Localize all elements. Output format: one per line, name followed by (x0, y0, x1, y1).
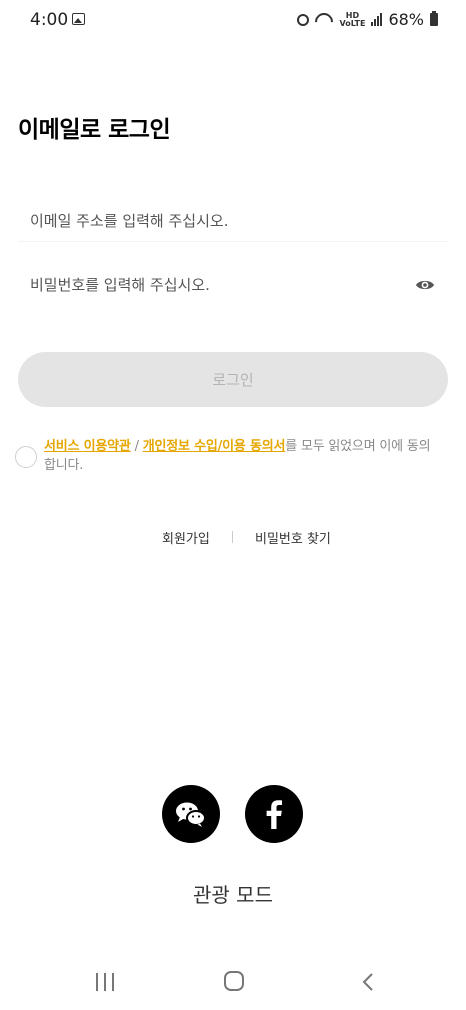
tour-mode-link[interactable]: 관광 모드 (0, 879, 466, 908)
link-divider (232, 531, 233, 543)
privacy-link[interactable]: 개인정보 수입/이용 동의서 (143, 439, 286, 454)
account-links: 회원가입 비밀번호 찾기 (0, 528, 466, 548)
wechat-icon (176, 802, 206, 827)
signup-link[interactable]: 회원가입 (162, 528, 210, 547)
alarm-icon (297, 13, 310, 26)
battery-percentage: 68% (388, 10, 424, 29)
back-icon[interactable] (362, 973, 374, 991)
page-title: 이메일로 로그인 (18, 117, 171, 143)
status-icons: HD VoLTE 68% (297, 10, 438, 29)
home-icon[interactable] (224, 971, 244, 991)
status-time: 4:00 (30, 10, 69, 30)
gallery-icon (72, 13, 85, 25)
facebook-login-button[interactable] (245, 785, 303, 843)
show-password-eye-icon[interactable] (415, 277, 435, 293)
terms-link[interactable]: 서비스 이용약관 (44, 439, 131, 454)
battery-icon (430, 11, 438, 26)
volte-icon: HD VoLTE (339, 10, 366, 28)
system-navigation-bar (0, 955, 466, 1010)
password-input[interactable] (18, 264, 448, 306)
email-input[interactable] (18, 200, 448, 242)
status-bar: 4:00 HD VoLTE 68% (0, 0, 466, 40)
agreement-text: 서비스 이용약관 / 개인정보 수입/이용 동의서를 모두 읽었으며 이에 동의… (44, 437, 434, 475)
recent-apps-icon[interactable] (95, 973, 115, 991)
signal-icon (371, 13, 383, 26)
login-button[interactable]: 로그인 (18, 352, 448, 407)
find-password-link[interactable]: 비밀번호 찾기 (255, 528, 331, 547)
wechat-login-button[interactable] (162, 785, 220, 843)
wifi-icon (315, 13, 333, 27)
facebook-icon (266, 800, 282, 829)
agree-checkbox[interactable] (15, 446, 37, 468)
agreement-separator: / (130, 439, 143, 454)
